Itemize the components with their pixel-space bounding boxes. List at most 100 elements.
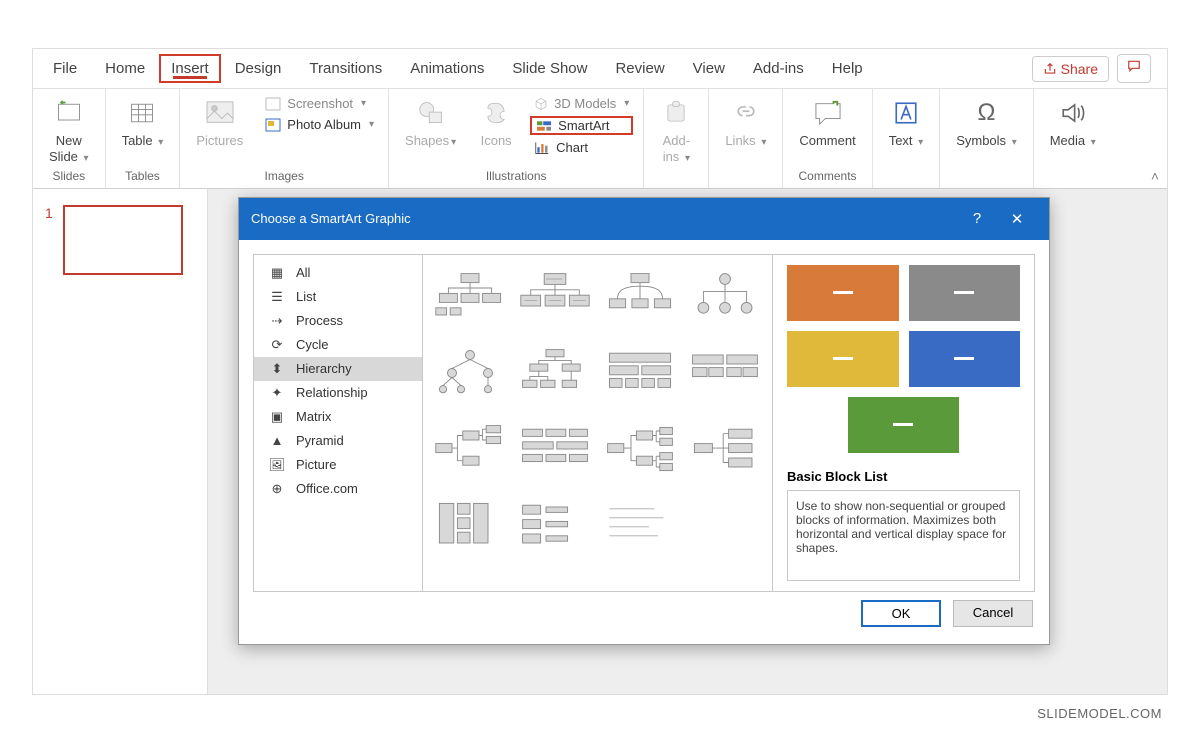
group-slides: New Slide ▾ Slides [33, 89, 106, 188]
tab-review[interactable]: Review [601, 52, 678, 85]
share-icon [1043, 62, 1057, 76]
category-pyramid[interactable]: ▲Pyramid [254, 429, 422, 453]
pictures-button[interactable]: Pictures [190, 95, 249, 150]
screenshot-label: Screenshot [287, 96, 353, 111]
3d-models-button[interactable]: 3D Models▾ [530, 95, 633, 112]
preview-block-4 [909, 331, 1021, 387]
dialog-help-button[interactable]: ? [957, 205, 997, 233]
photo-album-icon [265, 118, 281, 132]
group-addins-label [654, 167, 698, 186]
layout-org-chart[interactable] [433, 265, 508, 329]
category-process[interactable]: ⇢Process [254, 309, 422, 333]
symbols-button[interactable]: Ω Symbols ▾ [950, 95, 1023, 150]
ok-button[interactable]: OK [861, 600, 941, 627]
group-tables-label: Tables [116, 167, 170, 186]
group-links-label [719, 167, 772, 186]
omega-icon: Ω [970, 97, 1002, 129]
tab-insert[interactable]: Insert [159, 54, 221, 83]
link-icon [730, 97, 762, 129]
layout-hierarchy[interactable] [433, 341, 508, 405]
media-label: Media ▾ [1050, 133, 1096, 148]
collapse-ribbon-button[interactable]: ˄ [1151, 168, 1159, 184]
tab-addins[interactable]: Add-ins [739, 52, 818, 85]
group-media: Media ▾ [1034, 89, 1112, 188]
shapes-button[interactable]: Shapes▾ [399, 95, 462, 150]
smartart-button[interactable]: SmartArt [530, 116, 633, 135]
tab-transitions[interactable]: Transitions [295, 52, 396, 85]
preview-description: Use to show non-sequential or grouped bl… [787, 490, 1020, 581]
dialog-close-button[interactable]: ✕ [997, 205, 1037, 233]
shapes-label: Shapes▾ [405, 133, 456, 148]
share-button[interactable]: Share [1032, 56, 1109, 82]
chart-button[interactable]: Chart [530, 139, 633, 156]
hierarchy-icon: ⬍ [268, 361, 286, 377]
layout-text-hierarchy[interactable] [603, 493, 678, 557]
share-label: Share [1061, 61, 1098, 77]
tab-view[interactable]: View [679, 52, 739, 85]
dialog-title-text: Choose a SmartArt Graphic [251, 211, 411, 226]
screenshot-button[interactable]: Screenshot▾ [261, 95, 378, 112]
tab-design[interactable]: Design [221, 52, 296, 85]
photo-album-label: Photo Album [287, 117, 361, 132]
tab-animations[interactable]: Animations [396, 52, 498, 85]
process-icon: ⇢ [268, 313, 286, 329]
3d-models-label: 3D Models [554, 96, 616, 111]
layout-lined-list[interactable] [518, 493, 593, 557]
layout-hierarchy-list[interactable] [687, 341, 762, 405]
layout-table-hierarchy[interactable] [603, 341, 678, 405]
group-addins: Add- ins ▾ [644, 89, 709, 188]
matrix-icon: ▣ [268, 409, 286, 425]
layout-labeled-hierarchy[interactable] [518, 341, 593, 405]
comment-label: Comment [799, 133, 855, 148]
table-icon [126, 97, 158, 129]
category-matrix[interactable]: ▣Matrix [254, 405, 422, 429]
layout-horizontal-labeled[interactable] [687, 417, 762, 481]
links-button[interactable]: Links ▾ [719, 95, 772, 150]
comment-button[interactable]: Comment [793, 95, 861, 150]
icons-button[interactable]: Icons [474, 95, 518, 150]
layout-architecture[interactable] [433, 493, 508, 557]
category-list[interactable]: ☰List [254, 285, 422, 309]
category-all[interactable]: ▦All [254, 261, 422, 285]
layout-name-title-org[interactable] [518, 265, 593, 329]
layout-horizontal-multi[interactable] [518, 417, 593, 481]
layout-horizontal-hierarchy[interactable] [603, 417, 678, 481]
tab-home[interactable]: Home [91, 52, 159, 85]
text-button[interactable]: Text ▾ [883, 95, 930, 150]
addins-button[interactable]: Add- ins ▾ [654, 95, 698, 167]
category-office[interactable]: ⊕Office.com [254, 477, 422, 501]
cancel-button[interactable]: Cancel [953, 600, 1033, 627]
photo-album-button[interactable]: Photo Album▾ [261, 116, 378, 133]
media-button[interactable]: Media ▾ [1044, 95, 1102, 150]
chart-label: Chart [556, 140, 588, 155]
layout-circle-picture-hierarchy[interactable] [687, 265, 762, 329]
group-symbols: Ω Symbols ▾ [940, 89, 1034, 188]
new-slide-button[interactable]: New Slide ▾ [43, 95, 95, 167]
slide-thumbnail-1[interactable] [63, 205, 183, 275]
symbols-label: Symbols ▾ [956, 133, 1017, 148]
slide-canvas: Choose a SmartArt Graphic ? ✕ ▦All ☰List… [208, 189, 1167, 694]
tab-help[interactable]: Help [818, 52, 877, 85]
speech-bubble-icon [1126, 59, 1142, 73]
layout-horizontal-org[interactable] [433, 417, 508, 481]
table-button[interactable]: Table ▾ [116, 95, 170, 150]
group-images: Pictures Screenshot▾ Photo Album▾ Images [180, 89, 389, 188]
shapes-icon [415, 97, 447, 129]
relationship-icon: ✦ [268, 385, 286, 401]
category-cycle[interactable]: ⟳Cycle [254, 333, 422, 357]
group-tables: Table ▾ Tables [106, 89, 181, 188]
speaker-icon [1057, 97, 1089, 129]
group-links: Links ▾ [709, 89, 783, 188]
category-picture[interactable]: 🖼Picture [254, 453, 422, 477]
pictures-label: Pictures [196, 133, 243, 148]
category-hierarchy[interactable]: ⬍Hierarchy [254, 357, 422, 381]
comments-pane-button[interactable] [1117, 54, 1151, 83]
all-icon: ▦ [268, 265, 286, 281]
ribbon-tabs: File Home Insert Design Transitions Anim… [33, 49, 1167, 89]
slide-number: 1 [45, 205, 53, 221]
layout-half-circle-org[interactable] [603, 265, 678, 329]
tab-slideshow[interactable]: Slide Show [498, 52, 601, 85]
preview-pane: Basic Block List Use to show non-sequent… [773, 254, 1035, 592]
tab-file[interactable]: File [39, 52, 91, 85]
category-relationship[interactable]: ✦Relationship [254, 381, 422, 405]
